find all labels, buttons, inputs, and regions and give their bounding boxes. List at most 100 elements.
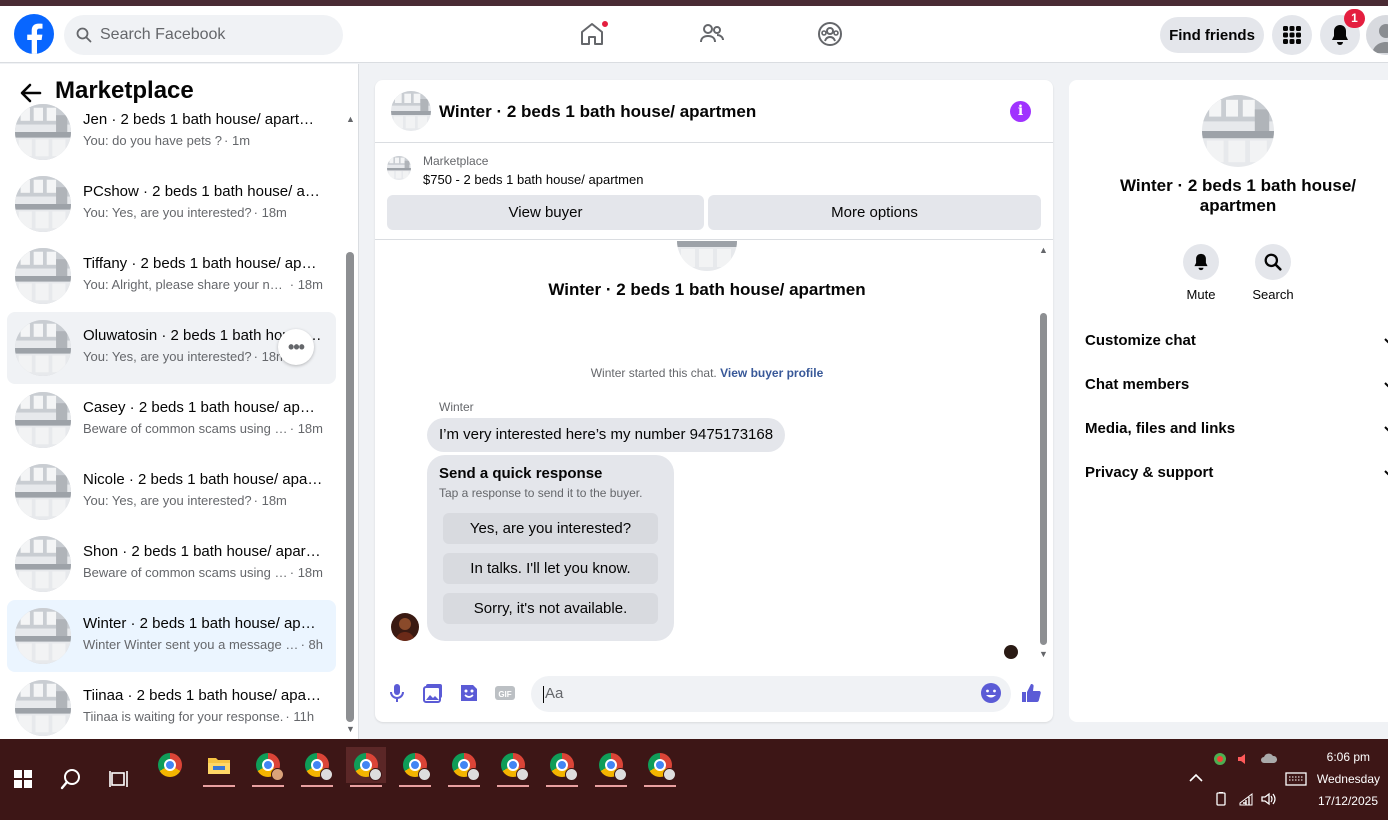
taskbar-chrome-profile-9[interactable]: [640, 747, 680, 787]
info-icon[interactable]: i: [1010, 101, 1031, 122]
sticker-icon[interactable]: [458, 682, 480, 704]
details-listing-photo[interactable]: [1202, 95, 1274, 167]
facebook-logo-icon[interactable]: [14, 14, 54, 54]
emoji-icon[interactable]: [980, 682, 1002, 704]
quick-response-yes-button[interactable]: Yes, are you interested?: [443, 513, 658, 544]
customize-chat-section[interactable]: Customize chat: [1085, 319, 1388, 363]
chat-header-title[interactable]: Winter · 2 beds 1 bath house/ apartmen: [439, 102, 756, 122]
conversation-item[interactable]: Tiinaa · 2 beds 1 bath house/ apartmen Ti…: [7, 672, 336, 739]
taskbar-chrome-app[interactable]: [150, 747, 190, 783]
gif-icon[interactable]: GIF: [494, 682, 516, 704]
home-nav-button[interactable]: [574, 16, 610, 52]
scroll-down-arrow-icon[interactable]: ▼: [346, 724, 355, 734]
taskbar-chrome-profile-2[interactable]: [297, 747, 337, 787]
profile-avatar[interactable]: [1366, 15, 1388, 55]
chevron-up-icon[interactable]: [1189, 773, 1203, 783]
search-bar[interactable]: Search Facebook: [64, 15, 343, 55]
find-friends-button[interactable]: Find friends: [1160, 17, 1264, 53]
top-navigation-bar: Search Facebook Find friends 1: [0, 6, 1388, 63]
chat-header: Winter · 2 beds 1 bath house/ apartmen i: [375, 80, 1053, 143]
thread-scroll-down-arrow-icon[interactable]: ▼: [1039, 649, 1048, 659]
search-action[interactable]: Search: [1243, 244, 1303, 302]
search-icon: [1264, 253, 1282, 271]
conversation-item[interactable]: Casey · 2 beds 1 bath house/ apartmen Bew…: [7, 384, 336, 456]
taskbar-chrome-profile-3-active[interactable]: [346, 747, 386, 787]
listing-small-thumbnail: [387, 156, 411, 180]
conversation-item[interactable]: Nicole · 2 beds 1 bath house/ apartmen Yo…: [7, 456, 336, 528]
groups-nav-button[interactable]: [812, 16, 848, 52]
conversation-item[interactable]: Winter · 2 beds 1 bath house/ apartmen Wi…: [7, 600, 336, 672]
taskbar-search-icon[interactable]: [60, 768, 82, 790]
quick-response-not-available-button[interactable]: Sorry, it's not available.: [443, 593, 658, 624]
conversation-item[interactable]: Jen · 2 beds 1 bath house/ apartmen You: …: [7, 96, 336, 168]
marketplace-inbox-sidebar: Marketplace Jen · 2 beds 1 bath house/ a…: [0, 64, 359, 739]
listing-price-title[interactable]: $750 - 2 beds 1 bath house/ apartmen: [423, 172, 643, 187]
chrome-icon: [452, 753, 480, 781]
chrome-icon: [648, 753, 676, 781]
friends-nav-button[interactable]: [694, 16, 730, 52]
kitchen-photo-icon: [15, 608, 71, 664]
conversation-last-message: Tiinaa is waiting for your response.: [83, 709, 284, 724]
sender-avatar[interactable]: [391, 613, 419, 641]
listing-thumbnail[interactable]: [391, 91, 431, 131]
quick-response-in-talks-button[interactable]: In talks. I'll let you know.: [443, 553, 658, 584]
conversation-preview: Winter Winter sent you a message about y…: [83, 637, 323, 652]
taskbar-chrome-profile-7[interactable]: [542, 747, 582, 787]
wifi-icon[interactable]: [1238, 792, 1254, 806]
section-label: Customize chat: [1085, 332, 1196, 349]
message-input[interactable]: Aa: [531, 676, 1011, 712]
tray-app-icon[interactable]: [1212, 751, 1228, 767]
conversation-listing-thumbnail: [15, 680, 71, 736]
taskbar-file-explorer-app[interactable]: [199, 747, 239, 787]
thread-scroll-up-arrow-icon[interactable]: ▲: [1039, 245, 1048, 255]
scroll-up-arrow-icon[interactable]: ▲: [346, 114, 355, 124]
taskbar-chrome-profile-6[interactable]: [493, 747, 533, 787]
clock-day[interactable]: Wednesday: [1300, 772, 1380, 786]
conversation-title: Shon · 2 beds 1 bath house/ apartmen: [83, 543, 323, 560]
taskbar-chrome-profile-1[interactable]: [248, 747, 288, 787]
chrome-icon: [550, 753, 578, 781]
conversation-listing-thumbnail: [15, 536, 71, 592]
speaker-muted-icon[interactable]: [1236, 751, 1252, 767]
more-options-button[interactable]: More options: [708, 195, 1041, 230]
more-options-icon[interactable]: •••: [278, 329, 314, 365]
conversation-item[interactable]: Shon · 2 beds 1 bath house/ apartmen Bewa…: [7, 528, 336, 600]
taskbar-chrome-profile-5[interactable]: [444, 747, 484, 787]
thumbs-up-icon[interactable]: [1020, 682, 1042, 704]
taskbar-chrome-profile-8[interactable]: [591, 747, 631, 787]
conversation-item[interactable]: Oluwatosin · 2 beds 1 bath house/ apartm…: [7, 312, 336, 384]
media-files-links-section[interactable]: Media, files and links: [1085, 407, 1388, 451]
thread-scrollbar[interactable]: [1040, 313, 1047, 645]
clock-date[interactable]: 17/12/2025: [1300, 794, 1378, 808]
conversation-item[interactable]: PCshow · 2 beds 1 bath house/ apartmen Yo…: [7, 168, 336, 240]
chat-members-section[interactable]: Chat members: [1085, 363, 1388, 407]
mute-action[interactable]: Mute: [1171, 244, 1231, 302]
taskbar-chrome-profile-4[interactable]: [395, 747, 435, 787]
menu-button[interactable]: [1272, 15, 1312, 55]
conversation-listing-thumbnail: [15, 248, 71, 304]
conversation-title: Jen · 2 beds 1 bath house/ apartmen: [83, 111, 323, 128]
conversation-title: PCshow · 2 beds 1 bath house/ apartmen: [83, 183, 323, 200]
privacy-support-section[interactable]: Privacy & support: [1085, 451, 1388, 495]
conversation-preview: Beware of common scams using payment app…: [83, 565, 323, 580]
marketplace-label: Marketplace: [423, 154, 489, 168]
onedrive-cloud-icon[interactable]: [1260, 751, 1278, 765]
chevron-down-icon: [1384, 338, 1388, 344]
clock-time[interactable]: 6:06 pm: [1300, 750, 1370, 764]
view-buyer-button[interactable]: View buyer: [387, 195, 704, 230]
microphone-icon[interactable]: [386, 682, 408, 704]
chevron-down-icon: [1384, 382, 1388, 388]
chat-details-panel: Winter · 2 beds 1 bath house/ apartmen M…: [1069, 80, 1388, 722]
photo-attach-icon[interactable]: [422, 682, 444, 704]
conversation-time: · 18m: [253, 493, 287, 508]
chevron-down-icon: [1384, 426, 1388, 432]
sidebar-scrollbar[interactable]: [346, 252, 354, 722]
task-view-icon[interactable]: [109, 770, 129, 788]
view-buyer-profile-link[interactable]: View buyer profile: [720, 366, 823, 380]
conversation-item[interactable]: Tiffany · 2 beds 1 bath house/ apartmen Y…: [7, 240, 336, 312]
conversation-listing-thumbnail: [15, 104, 71, 160]
volume-icon[interactable]: [1260, 791, 1278, 807]
kitchen-photo-icon: [15, 536, 71, 592]
battery-icon[interactable]: [1214, 792, 1228, 806]
windows-start-icon[interactable]: [14, 770, 32, 788]
